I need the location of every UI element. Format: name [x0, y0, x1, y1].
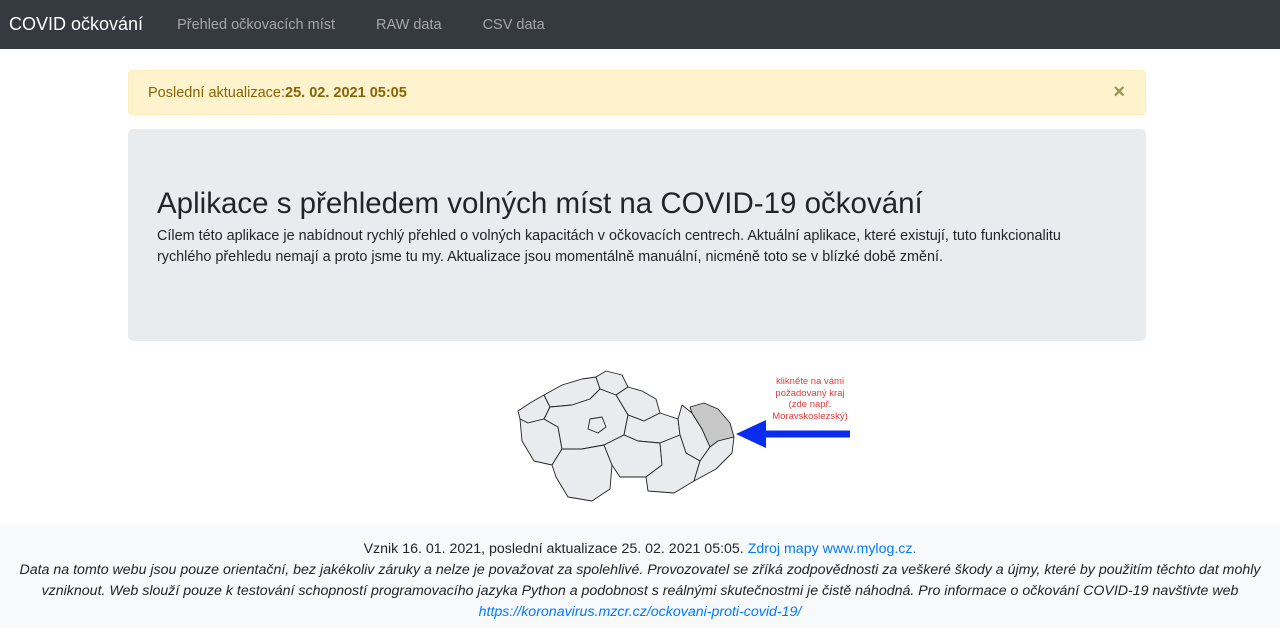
brand-link[interactable]: COVID očkování [0, 14, 143, 35]
close-icon[interactable]: × [1113, 82, 1125, 102]
page-title: Aplikace s přehledem volných míst na COV… [157, 187, 923, 220]
map-hint-line: požadovaný kraj [775, 387, 845, 399]
footer-disclaimer: Data na tomto webu jsou pouze orientační… [19, 562, 1261, 599]
footer-disclaimer-block: Data na tomto webu jsou pouze orientační… [0, 560, 1280, 623]
map-hint: klikněte na vámi požadovaný kraj (zde na… [750, 376, 870, 422]
pointer-arrow [736, 420, 850, 448]
footer-line: Vznik 16. 01. 2021, poslední aktualizace… [0, 539, 1280, 560]
map-hint-line: (zde např. [788, 399, 832, 410]
region-map: klikněte na vámi požadovaný kraj (zde na… [510, 365, 880, 510]
update-alert: Poslední aktualizace: 25. 02. 2021 05:05 … [128, 70, 1146, 115]
footer: Vznik 16. 01. 2021, poslední aktualizace… [0, 525, 1280, 628]
intro-text: Cílem této aplikace je nabídnout rychlý … [157, 228, 1061, 265]
nav-link-raw-data[interactable]: RAW data [376, 17, 442, 33]
nav-link-overview[interactable]: Přehled očkovacích míst [177, 17, 335, 33]
alert-label: Poslední aktualizace: [148, 84, 286, 101]
map-source-link[interactable]: Zdroj mapy www.mylog.cz. [748, 541, 917, 557]
map-hint-line: klikněte na vámi [775, 376, 845, 387]
region-jihocesky[interactable] [551, 444, 613, 502]
nav-link-csv-data[interactable]: CSV data [483, 17, 545, 33]
navbar: COVID očkování Přehled očkovacích míst R… [0, 0, 1280, 49]
footer-created: Vznik 16. 01. 2021, poslední aktualizace… [363, 541, 744, 557]
alert-date: 25. 02. 2021 05:05 [285, 84, 407, 101]
map-hint-line: Moravskoslezský) [772, 410, 848, 422]
jumbotron: Aplikace s přehledem volných míst na COV… [128, 129, 1146, 341]
covid-info-link[interactable]: https://koronavirus.mzcr.cz/ockovani-pro… [479, 604, 802, 620]
